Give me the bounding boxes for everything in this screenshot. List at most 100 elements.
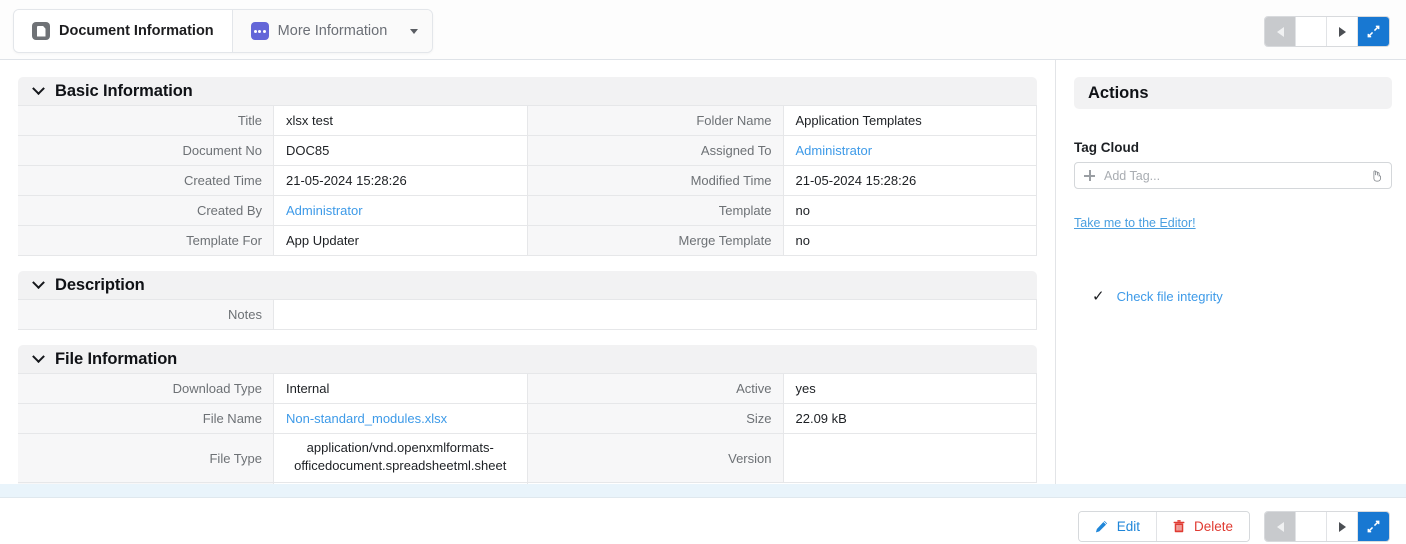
basic-information-grid: Title xlsx test Folder Name Application … [18,105,1037,256]
table-row: Template For App Updater [18,226,528,256]
field-value: 21-05-2024 15:28:26 [274,166,528,195]
chevron-down-icon [32,81,45,95]
field-value: yes [783,374,1037,403]
field-value: application/vnd.openxmlformats-officedoc… [274,434,528,482]
display-mode-button[interactable] [1296,512,1327,541]
tab-more-information[interactable]: More Information [232,10,433,52]
chevron-down-icon[interactable] [410,28,419,34]
table-row: Folder Name Application Templates [527,106,1037,136]
table-row: Version [527,434,1037,483]
tab-strip: Document Information More Information [13,9,434,53]
previous-record-button[interactable] [1265,17,1296,46]
next-record-button[interactable] [1327,17,1358,46]
table-row: Created Time 21-05-2024 15:28:26 [18,166,528,196]
edit-button-label: Edit [1116,519,1140,534]
field-value: no [783,226,1037,255]
actions-title: Actions [1088,83,1149,102]
field-value: DOC85 [274,136,528,165]
field-value: App Updater [274,226,528,255]
monitor-icon [1304,521,1319,533]
field-value: Administrator [274,196,528,225]
field-label: File Name [18,404,274,433]
section-header-file-information[interactable]: File Information [18,345,1037,373]
document-icon [32,22,50,40]
check-icon: ✓ [1092,288,1105,305]
section-header-description[interactable]: Description [18,271,1037,299]
monitor-icon [1304,26,1319,38]
field-value: Non-standard_modules.xlsx [274,404,528,433]
actions-sidebar: Actions Tag Cloud Add Tag... Take me to … [1056,60,1406,484]
main-pane: Basic Information Title xlsx test Folder… [0,60,1056,484]
assigned-to-link[interactable]: Administrator [796,143,873,158]
description-grid: Notes [18,299,1037,330]
add-tag-placeholder: Add Tag... [1104,168,1161,183]
delete-button-label: Delete [1193,519,1233,534]
table-row: Template no [527,196,1037,226]
trash-icon [1173,520,1185,533]
field-label: Download Count [18,483,274,484]
delete-button[interactable]: Delete [1155,512,1249,541]
footer-toolbar: Edit Delete [0,498,1406,544]
field-label: Size [527,404,784,433]
tab-document-information[interactable]: Document Information [14,10,233,52]
document-detail-page: Document Information More Information Ba… [0,0,1406,544]
actions-header: Actions [1074,77,1392,109]
arrow-right-icon [1338,521,1346,532]
created-by-link[interactable]: Administrator [286,203,363,218]
table-row: Download Type Internal [18,374,528,404]
collapse-view-button[interactable] [1358,512,1389,541]
footer-navigation-group [1264,511,1390,542]
collapse-view-button[interactable] [1358,17,1389,46]
ellipsis-icon [250,22,269,40]
field-label: Notes [18,300,274,329]
field-label: Folder Name [527,106,784,135]
field-label: Assigned To [527,136,784,165]
field-value: Internal [274,374,528,403]
file-name-link[interactable]: Non-standard_modules.xlsx [286,411,447,426]
field-label: Active [527,374,784,403]
field-value: 21-05-2024 15:28:26 [783,166,1037,195]
field-label: Created Time [18,166,274,195]
chevron-down-icon [32,349,45,363]
top-navigation-group [1264,16,1390,47]
field-label: Template [527,196,784,225]
field-value: 22.09 kB [783,404,1037,433]
hand-cursor-icon [1373,170,1381,182]
check-file-integrity-row: ✓ Check file integrity [1092,289,1392,304]
edit-button[interactable]: Edit [1078,512,1156,541]
add-tag-input[interactable]: Add Tag... [1074,162,1392,189]
tab-more-information-label: More Information [277,23,388,39]
table-row: Modified Time 21-05-2024 15:28:26 [527,166,1037,196]
section-header-basic-information[interactable]: Basic Information [18,77,1037,105]
table-row: Active yes [527,374,1037,404]
tab-bar: Document Information More Information [0,0,1406,60]
field-label: Document No [18,136,274,165]
table-row: Merge Template no [527,226,1037,256]
section-title: File Information [55,349,178,368]
display-mode-button[interactable] [1296,17,1327,46]
field-label: Template For [18,226,274,255]
arrow-left-icon [1276,521,1284,532]
tag-cloud-label: Tag Cloud [1074,140,1139,155]
field-value [783,434,1037,482]
file-information-grid: Download Type Internal Active yes File N… [18,373,1037,484]
section-title: Description [55,275,145,294]
take-me-to-editor-link[interactable]: Take me to the Editor! [1074,216,1196,230]
field-label: Title [18,106,274,135]
previous-record-button[interactable] [1265,512,1296,541]
arrow-left-icon [1276,26,1284,37]
field-label: File Type [18,434,274,482]
check-file-integrity-link[interactable]: Check file integrity [1117,289,1223,304]
action-button-group: Edit Delete [1077,511,1250,542]
field-label: Merge Template [527,226,784,255]
field-label: Download Type [18,374,274,403]
table-row: Notes [18,300,1037,330]
table-row: Assigned To Administrator [527,136,1037,166]
field-label: Modified Time [527,166,784,195]
section-title: Basic Information [55,81,193,100]
collapse-icon [1367,520,1380,533]
footer-divider-band [0,484,1406,498]
collapse-icon [1367,25,1380,38]
tab-document-information-label: Document Information [59,23,214,39]
next-record-button[interactable] [1327,512,1358,541]
